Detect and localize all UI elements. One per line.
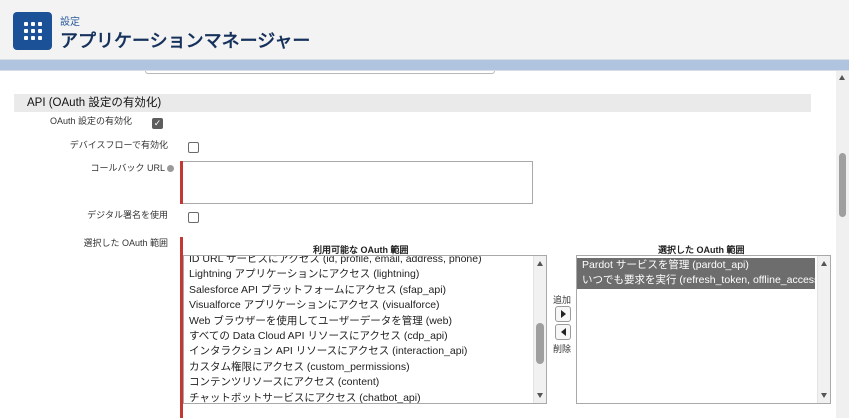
scroll-down-icon[interactable] [821, 393, 827, 398]
device-flow-checkbox[interactable] [188, 142, 199, 153]
add-label: 追加 [553, 295, 572, 305]
app-launcher-icon[interactable] [13, 12, 52, 50]
scrollbar-thumb[interactable] [536, 323, 544, 364]
add-scope-button[interactable] [555, 306, 571, 322]
device-flow-label: デバイスフローで有効化 [69, 140, 168, 150]
listbox-scrollbar[interactable] [817, 256, 830, 403]
arrow-right-icon [560, 310, 566, 318]
scroll-up-icon[interactable] [537, 261, 543, 266]
selected-scopes-listbox[interactable]: Pardot サービスを管理 (pardot_api) いつでも要求を実行 (re… [576, 255, 831, 404]
list-item[interactable]: カスタム権限にアクセス (custom_permissions) [184, 360, 546, 375]
list-item[interactable]: いつでも要求を実行 (refresh_token, offline_access… [577, 273, 823, 289]
help-info-icon[interactable] [167, 165, 174, 173]
list-item[interactable]: Lightning アプリケーションにアクセス (lightning) [184, 267, 546, 282]
remove-label: 削除 [553, 344, 572, 354]
callback-url-label-text: コールバック URL [90, 163, 165, 173]
page-scrollbar[interactable] [836, 71, 849, 418]
list-item[interactable]: インタラクション API リソースにアクセス (interaction_api) [184, 344, 546, 359]
scroll-up-icon[interactable] [821, 261, 827, 266]
enable-oauth-checkbox[interactable]: ✓ [152, 118, 163, 129]
listbox-scrollbar[interactable] [533, 256, 546, 403]
selected-scopes-label: 選択した OAuth 範囲 [83, 238, 168, 248]
scroll-up-icon[interactable] [839, 75, 845, 80]
scroll-down-icon[interactable] [537, 393, 543, 398]
scrollbar-thumb[interactable] [839, 153, 846, 217]
digital-signature-label: デジタル署名を使用 [87, 210, 168, 220]
list-item[interactable]: Visualforce アプリケーションにアクセス (visualforce) [184, 298, 546, 313]
section-header-oauth: API (OAuth 設定の有効化) [14, 94, 811, 112]
list-item[interactable]: すべての Data Cloud API リソースにアクセス (cdp_api) [184, 329, 546, 344]
list-item[interactable]: コンテンツリソースにアクセス (content) [184, 375, 546, 390]
list-item[interactable]: ID URL サービスにアクセス (id, profile, email, ad… [184, 256, 546, 267]
form-panel: API (OAuth 設定の有効化) OAuth 設定の有効化 ✓ デバイスフロ… [0, 70, 849, 418]
digital-signature-checkbox[interactable] [188, 212, 199, 223]
arrow-left-icon [560, 328, 566, 336]
previous-field-input[interactable] [145, 71, 495, 74]
enable-oauth-label: OAuth 設定の有効化 [49, 116, 132, 126]
page-title: アプリケーションマネージャー [60, 31, 311, 51]
page-header: 設定 アプリケーションマネージャー [0, 0, 849, 60]
callback-url-textarea[interactable] [183, 161, 533, 204]
breadcrumb[interactable]: 設定 [60, 13, 80, 28]
remove-scope-button[interactable] [555, 324, 571, 340]
list-item[interactable]: Web ブラウザーを使用してユーザーデータを管理 (web) [184, 314, 546, 329]
list-item[interactable]: Pardot サービスを管理 (pardot_api) [577, 258, 815, 274]
available-scopes-listbox[interactable]: ID URL サービスにアクセス (id, profile, email, ad… [183, 255, 547, 404]
list-item[interactable]: Salesforce API プラットフォームにアクセス (sfap_api) [184, 283, 546, 298]
callback-url-label: コールバック URL [90, 161, 174, 174]
list-item[interactable]: チャットボットサービスにアクセス (chatbot_api) [184, 391, 546, 403]
